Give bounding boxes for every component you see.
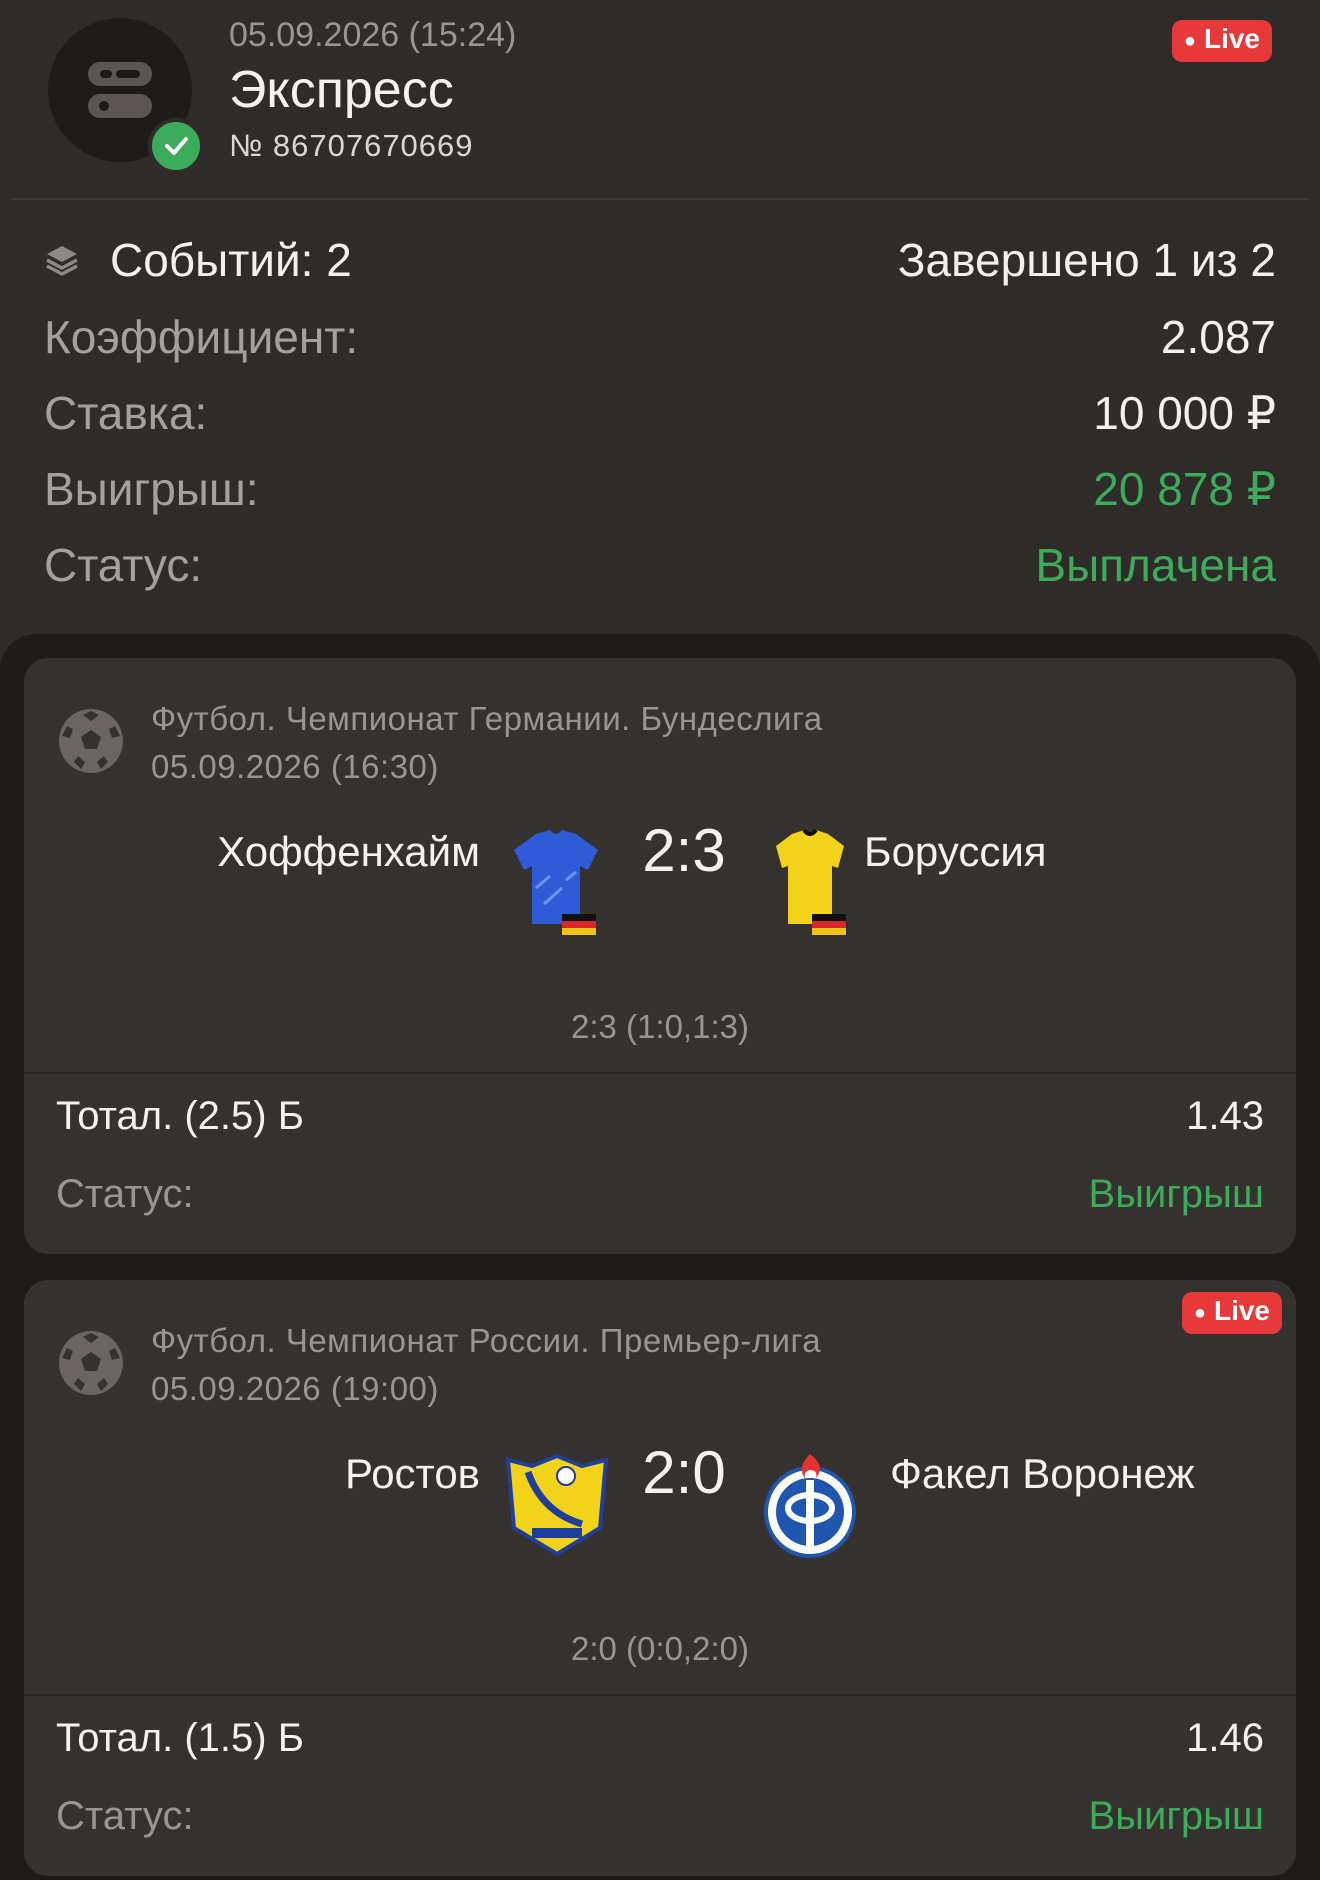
event-status-label: Статус:: [56, 1172, 194, 1216]
divider: [12, 198, 1308, 200]
win-value: 20 878 ₽: [1093, 463, 1276, 515]
match-score: 2:3: [642, 817, 726, 884]
bet-type-title: Экспресс: [229, 61, 454, 119]
event-league: Футбол. Чемпионат России. Премьер-лига: [151, 1322, 822, 1359]
divider: [24, 1694, 1296, 1696]
win-label: Выигрыш:: [44, 463, 259, 515]
event-status-value: Выигрыш: [1088, 1172, 1264, 1216]
home-team: Хоффенхайм: [217, 828, 480, 875]
win-row: Выигрыш: 20 878 ₽: [44, 459, 1276, 519]
event-card[interactable]: Футбол. Чемпионат Германии. Бундеслига 0…: [24, 658, 1296, 1254]
away-team: Боруссия: [864, 828, 1047, 875]
divider: [24, 1072, 1296, 1074]
live-badge: ● Live: [1181, 1292, 1282, 1334]
coef-value: 2.087: [1160, 311, 1276, 363]
market-name: Тотал. (2.5) Б: [56, 1094, 304, 1138]
away-team: Факел Воронеж: [890, 1450, 1195, 1497]
fakel-crest-icon: [764, 1454, 856, 1558]
completed-count: Завершено 1 из 2: [897, 234, 1276, 286]
stake-row: Ставка: 10 000 ₽: [44, 383, 1276, 443]
status-row: Статус: Выплачена: [44, 535, 1276, 595]
coef-label: Коэффициент:: [44, 311, 359, 363]
soccer-ball-icon: [59, 709, 123, 773]
event-datetime: 05.09.2026 (16:30): [151, 748, 439, 785]
status-value: Выплачена: [1035, 539, 1276, 591]
event-status-label: Статус:: [56, 1794, 194, 1838]
market-name: Тотал. (1.5) Б: [56, 1716, 304, 1760]
score-detail: 2:0 (0:0,2:0): [571, 1630, 749, 1667]
status-label: Статус:: [44, 539, 203, 591]
yellow-jersey-icon: [776, 828, 846, 935]
soccer-ball-icon: [59, 1331, 123, 1395]
event-league: Футбол. Чемпионат Германии. Бундеслига: [151, 700, 823, 737]
match-score: 2:0: [642, 1439, 726, 1506]
layers-icon: [46, 246, 78, 276]
event-status-value: Выигрыш: [1088, 1794, 1264, 1838]
events-row: Событий: 2 Завершено 1 из 2: [44, 230, 1276, 290]
events-count: Событий: 2: [110, 234, 352, 286]
score-detail: 2:3 (1:0,1:3): [571, 1008, 749, 1045]
coef-row: Коэффициент: 2.087: [44, 307, 1276, 367]
home-team: Ростов: [345, 1450, 480, 1497]
bet-number: № 86707670669: [229, 128, 474, 163]
market-odd: 1.43: [1186, 1094, 1264, 1138]
bet-datetime: 05.09.2026 (15:24): [229, 16, 517, 54]
check-icon: [148, 118, 204, 174]
stake-label: Ставка:: [44, 387, 208, 439]
live-badge: ● Live: [1171, 20, 1272, 62]
stake-value: 10 000 ₽: [1093, 387, 1276, 439]
event-card[interactable]: ● Live Футбол. Чемпионат России. Премьер-…: [24, 1280, 1296, 1876]
event-datetime: 05.09.2026 (19:00): [151, 1370, 439, 1407]
market-odd: 1.46: [1186, 1716, 1264, 1760]
